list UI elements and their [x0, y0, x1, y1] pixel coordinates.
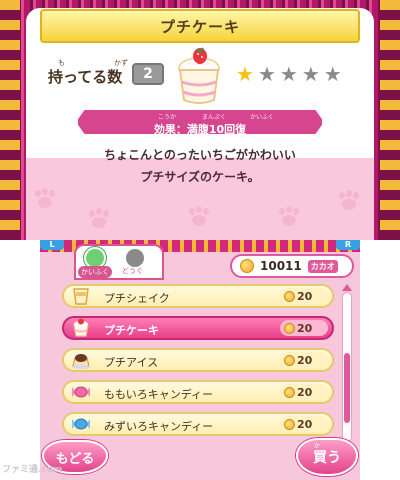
star-empty-icon: ★	[279, 62, 298, 86]
item-name: プチケーキ	[104, 324, 159, 337]
item-title-banner: プチケーキ	[40, 9, 360, 43]
shop-item-row[interactable]: みずいろキャンディー 20	[62, 412, 334, 436]
paw-print-icon	[336, 190, 362, 212]
item-description-line: ちょこんとのったいちごがかわいい	[104, 148, 296, 162]
coin-icon	[284, 386, 295, 398]
top-screen: プチケーキ も かず 持ってる数 2 ★ ★ ★ ★ ★ こうか まんぷく かい…	[0, 0, 400, 240]
item-name: ももいろキャンディー	[104, 388, 214, 401]
watermark: ファミ通.com	[2, 465, 63, 475]
paw-print-icon	[186, 206, 212, 228]
cake-icon	[178, 47, 220, 104]
quantity-label: 持ってる数	[48, 68, 123, 86]
item-name: プチアイス	[104, 356, 159, 369]
currency-value: 10011	[260, 259, 302, 273]
tab-kaifuku[interactable]: かいふく	[78, 266, 112, 278]
effect-banner: こうか まんぷく かいふく 効果：満腹10回復	[76, 108, 324, 136]
star-empty-icon: ★	[323, 62, 342, 86]
paw-print-icon	[32, 188, 58, 210]
item-name: みずいろキャンディー	[104, 420, 214, 433]
coin-icon	[240, 259, 254, 273]
tab-dougu[interactable]: どうぐ	[122, 266, 143, 276]
r-button-hint[interactable]: R	[336, 240, 360, 250]
cake-icon	[73, 318, 89, 337]
shop-item-row[interactable]: プチアイス 20	[62, 348, 334, 372]
buy-button-ruby: か	[314, 443, 321, 450]
coin-icon	[284, 290, 295, 302]
star-filled-icon: ★	[236, 62, 254, 86]
left-border-decoration	[0, 0, 20, 240]
l-button-hint[interactable]: L	[40, 240, 64, 250]
ruby-text: かいふく	[250, 114, 275, 121]
currency-unit: カカオ	[307, 259, 338, 273]
scroll-up-arrow-icon[interactable]	[342, 284, 352, 291]
item-title: プチケーキ	[159, 17, 240, 36]
buy-button-label: 買う	[313, 450, 341, 466]
scrollbar-thumb[interactable]	[344, 353, 350, 423]
ruby-text: こうか	[158, 114, 177, 121]
buy-button[interactable]: 買う	[296, 438, 358, 476]
coin-icon	[284, 354, 295, 366]
item-price: 20	[280, 320, 328, 336]
shop-item-row[interactable]: プチシェイク 20	[62, 284, 334, 308]
item-price: 20	[280, 352, 328, 368]
quantity-value: 2	[132, 63, 164, 85]
item-list-scrollbar[interactable]	[342, 292, 352, 442]
star-empty-icon: ★	[257, 62, 276, 86]
blue-candy-icon	[72, 418, 90, 430]
ruby-text: まんぷく	[202, 114, 227, 121]
effect-ruby: こうか まんぷく かいふく	[78, 112, 322, 121]
bottom-screen: L R かいふく どうぐ 10011 カカオ プチシェイク 20 プチケーキ 2…	[0, 240, 400, 480]
star-empty-icon: ★	[301, 62, 320, 86]
rating-stars: ★ ★ ★ ★ ★	[236, 64, 342, 84]
item-description-line: プチサイズのケーキ。	[140, 170, 260, 184]
paw-print-icon	[276, 206, 302, 228]
pudding-icon	[72, 354, 90, 369]
pink-candy-icon	[72, 386, 90, 398]
coin-icon	[284, 418, 295, 430]
shop-item-row-selected[interactable]: プチケーキ 20	[62, 316, 334, 340]
item-price: 20	[280, 384, 328, 400]
shake-icon	[73, 288, 89, 305]
item-price: 20	[280, 416, 328, 432]
game-screen: プチケーキ も かず 持ってる数 2 ★ ★ ★ ★ ★ こうか まんぷく かい…	[0, 0, 400, 480]
item-name: プチシェイク	[104, 292, 170, 305]
item-price: 20	[280, 288, 328, 304]
shop-item-row[interactable]: ももいろキャンディー 20	[62, 380, 334, 404]
currency-display: 10011 カカオ	[230, 254, 354, 278]
category-tabs: かいふく どうぐ	[74, 244, 164, 280]
paw-print-icon	[86, 208, 112, 230]
right-border-decoration	[380, 0, 400, 240]
tool-icon[interactable]	[126, 249, 144, 267]
effect-text: 効果：満腹10回復	[153, 123, 247, 136]
coin-icon	[284, 322, 295, 334]
